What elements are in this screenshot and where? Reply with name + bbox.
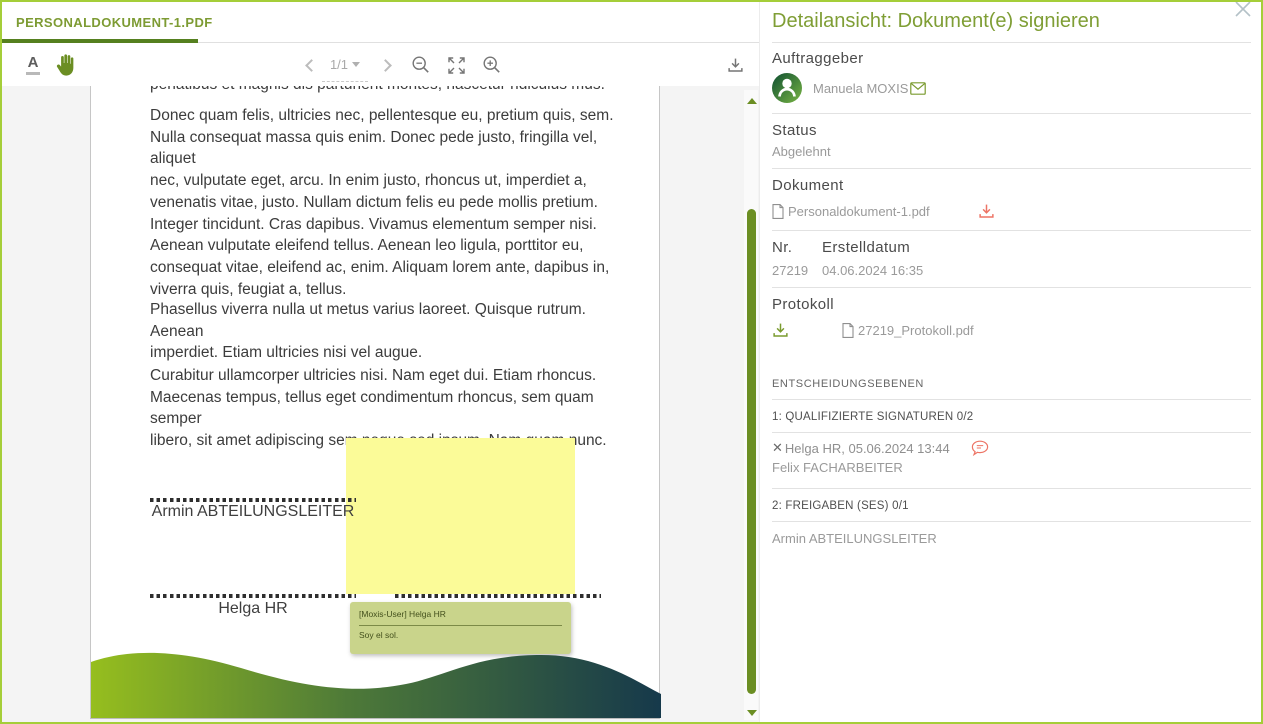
meta-section: Nr. 27219 Erstelldatum 04.06.2024 16:35 <box>772 231 1251 288</box>
viewer-toolbar: A 1/1 <box>2 43 759 86</box>
pdf-paragraph-clipped: penatibus et magnis dis parturient monte… <box>150 86 635 96</box>
page-indicator-dropdown[interactable]: 1/1 <box>322 56 368 82</box>
signature-dotted-line-2-left <box>150 594 356 598</box>
pdf-file-icon <box>842 323 854 338</box>
page-indicator: 1/1 <box>330 57 348 72</box>
close-icon <box>1233 0 1253 19</box>
text-tool-icon: A <box>28 55 39 70</box>
zoom-in-button[interactable] <box>479 52 505 78</box>
signature-field-highlight[interactable] <box>346 438 575 594</box>
chevron-right-icon <box>379 59 392 72</box>
level-1-title: 1: QUALIFIZIERTE SIGNATUREN 0/2 <box>772 400 1251 433</box>
download-icon <box>727 57 744 74</box>
hand-icon <box>54 53 76 77</box>
protokoll-heading: Protokoll <box>772 296 1251 313</box>
tab-personaldokument[interactable]: PERSONALDOKUMENT-1.PDF <box>16 15 213 30</box>
rejection-text: Helga HR, 05.06.2024 13:44 <box>785 441 950 456</box>
erstelldatum-heading: Erstelldatum <box>822 239 923 256</box>
pdf-file-icon <box>772 204 784 219</box>
mail-icon[interactable] <box>910 82 926 95</box>
status-section: Status Abgelehnt <box>772 114 1251 169</box>
avatar <box>772 73 802 103</box>
zoom-out-button[interactable] <box>408 52 434 78</box>
download-protokoll-icon[interactable] <box>772 322 789 339</box>
level-1-rejection-entry: ✕ Helga HR, 05.06.2024 13:44 Felix FACHA… <box>772 433 1251 489</box>
document-download-button[interactable] <box>722 52 748 78</box>
signature-label-armin: Armin ABTEILUNGSLEITER <box>150 503 356 521</box>
dokument-section: Dokument Personaldokument-1.pdf <box>772 169 1251 231</box>
nr-heading: Nr. <box>772 239 822 256</box>
protokoll-file-link[interactable]: 27219_Protokoll.pdf <box>842 323 974 338</box>
scrollbar-thumb[interactable] <box>747 209 756 694</box>
chevron-down-icon <box>352 62 360 67</box>
scrollbar-down-arrow[interactable] <box>747 710 757 716</box>
pdf-paragraph: Phasellus viverra nulla ut metus varius … <box>150 299 635 364</box>
detail-panel: Detailansicht: Dokument(e) signieren Auf… <box>759 2 1261 722</box>
sticky-note-message: Soy el sol. <box>359 630 562 640</box>
dokument-filename: Personaldokument-1.pdf <box>788 204 930 219</box>
status-heading: Status <box>772 122 1251 139</box>
download-dokument-icon[interactable] <box>978 203 995 220</box>
signature-dotted-line-2-right <box>395 594 601 598</box>
auftraggeber-heading: Auftraggeber <box>772 50 1251 67</box>
pdf-paragraph: Donec quam felis, ultricies nec, pellent… <box>150 105 635 300</box>
status-value: Abgelehnt <box>772 144 1251 159</box>
rejection-delegate: Felix FACHARBEITER <box>772 460 1251 475</box>
signature-dotted-line-1 <box>150 498 356 502</box>
signature-label-helga: Helga HR <box>150 600 356 618</box>
sticky-note-divider <box>359 625 562 626</box>
moxis-window: PERSONALDOKUMENT-1.PDF A 1/1 <box>0 0 1263 724</box>
detail-panel-title: Detailansicht: Dokument(e) signieren <box>772 10 1100 32</box>
pdf-page: penatibus et magnis dis parturient monte… <box>90 86 660 719</box>
level-2-title: 2: FREIGABEN (SES) 0/1 <box>772 489 1251 522</box>
erstelldatum-value: 04.06.2024 16:35 <box>822 263 923 278</box>
nr-value: 27219 <box>772 263 822 278</box>
next-page-button[interactable] <box>372 52 398 78</box>
text-annotation-tool-button[interactable]: A <box>20 52 46 78</box>
close-button[interactable] <box>1233 0 1253 19</box>
scrollbar-up-arrow[interactable] <box>747 98 757 104</box>
comment-bubble-icon[interactable] <box>971 440 989 456</box>
chevron-left-icon <box>305 59 318 72</box>
fullscreen-expand-icon <box>448 57 465 74</box>
auftraggeber-name: Manuela MOXIS <box>813 81 908 96</box>
rejected-x-icon: ✕ <box>772 440 783 456</box>
sticky-note-author: [Moxis-User] Helga HR <box>359 609 562 619</box>
document-viewer-panel: PERSONALDOKUMENT-1.PDF A 1/1 <box>2 2 759 722</box>
document-tab-bar: PERSONALDOKUMENT-1.PDF <box>2 2 759 43</box>
footer-wave-graphic <box>91 642 661 718</box>
protokoll-filename: 27219_Protokoll.pdf <box>858 323 974 338</box>
dokument-file-link[interactable]: Personaldokument-1.pdf <box>772 204 930 219</box>
dokument-heading: Dokument <box>772 177 1251 194</box>
previous-page-button[interactable] <box>298 52 324 78</box>
fit-to-screen-button[interactable] <box>443 52 469 78</box>
protokoll-section: Protokoll 27219_Protokoll.pdf <box>772 288 1251 339</box>
entscheidungsebenen-heading: ENTSCHEIDUNGSEBENEN <box>772 378 1251 400</box>
document-viewport: penatibus et magnis dis parturient monte… <box>2 86 759 722</box>
pan-tool-button[interactable] <box>52 52 78 78</box>
level-2-pending-signer: Armin ABTEILUNGSLEITER <box>772 522 1251 555</box>
auftraggeber-section: Auftraggeber Manuela MOXIS <box>772 43 1251 114</box>
detail-panel-header: Detailansicht: Dokument(e) signieren <box>772 2 1251 43</box>
zoom-out-icon <box>411 55 431 75</box>
zoom-in-icon <box>482 55 502 75</box>
